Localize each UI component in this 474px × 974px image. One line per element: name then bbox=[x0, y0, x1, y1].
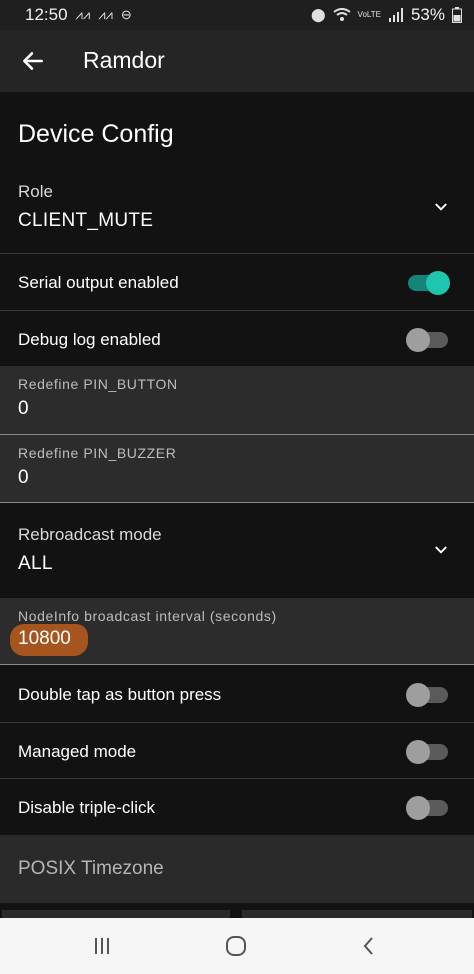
triple-click-switch[interactable] bbox=[406, 796, 448, 820]
battery-percent: 53% bbox=[410, 5, 445, 24]
role-label: Role bbox=[18, 182, 53, 201]
system-nav-bar bbox=[0, 918, 474, 974]
role-value: CLIENT_MUTE bbox=[18, 210, 154, 231]
status-bar: 12:50 ⩘⩘ ⩘⩘ ⊖ ⬤ VoLTE 53% bbox=[0, 0, 474, 30]
triple-click-label: Disable triple-click bbox=[18, 798, 155, 817]
triple-click-row[interactable]: Disable triple-click bbox=[0, 779, 474, 834]
pin-button-value: 0 bbox=[18, 398, 29, 419]
nodeinfo-interval-field[interactable]: NodeInfo broadcast interval (seconds) 10… bbox=[0, 598, 474, 665]
rebroadcast-label: Rebroadcast mode bbox=[18, 525, 162, 544]
rebroadcast-dropdown[interactable]: Rebroadcast mode ALL bbox=[0, 511, 474, 597]
location-icon: ⬤ bbox=[310, 7, 326, 22]
managed-mode-label: Managed mode bbox=[18, 742, 137, 761]
rebroadcast-value: ALL bbox=[18, 553, 53, 574]
dnd-icon: ⊖ bbox=[120, 7, 132, 22]
switch-knob bbox=[426, 271, 450, 295]
switch-knob bbox=[406, 683, 430, 707]
managed-mode-switch[interactable] bbox=[406, 740, 448, 764]
switch-knob bbox=[406, 328, 430, 352]
partial-button-left[interactable] bbox=[2, 910, 230, 918]
role-dropdown[interactable]: Role CLIENT_MUTE bbox=[0, 168, 474, 254]
wifi-icon bbox=[332, 8, 351, 21]
app-title: Ramdor bbox=[83, 47, 165, 73]
nodeinfo-value: 10800 bbox=[18, 628, 71, 649]
status-time: 12:50 bbox=[25, 5, 68, 24]
back-icon[interactable] bbox=[357, 934, 381, 958]
chevron-down-icon bbox=[435, 203, 447, 211]
serial-output-switch[interactable] bbox=[408, 271, 450, 295]
arrow-left-icon[interactable] bbox=[20, 48, 46, 74]
signal-icon bbox=[388, 8, 403, 22]
debug-log-row[interactable]: Debug log enabled bbox=[0, 311, 474, 366]
notification-icon: ⩘⩘ bbox=[98, 7, 113, 22]
partial-button-right[interactable] bbox=[242, 910, 472, 918]
switch-knob bbox=[406, 740, 430, 764]
status-right: ⬤ VoLTE 53% bbox=[311, 5, 462, 25]
home-icon[interactable] bbox=[224, 934, 248, 958]
volte-icon: VoLTE bbox=[357, 10, 381, 19]
serial-output-label: Serial output enabled bbox=[18, 273, 179, 292]
status-left: 12:50 ⩘⩘ ⩘⩘ ⊖ bbox=[25, 5, 132, 25]
pin-button-field[interactable]: Redefine PIN_BUTTON 0 bbox=[0, 366, 474, 435]
battery-icon bbox=[452, 7, 462, 23]
debug-log-switch[interactable] bbox=[406, 328, 448, 352]
notification-icon: ⩘⩘ bbox=[75, 7, 91, 22]
chevron-down-icon bbox=[435, 546, 447, 554]
nodeinfo-label: NodeInfo broadcast interval (seconds) bbox=[18, 608, 277, 624]
debug-log-label: Debug log enabled bbox=[18, 330, 161, 349]
double-tap-label: Double tap as button press bbox=[18, 685, 222, 704]
recent-apps-icon[interactable] bbox=[90, 934, 114, 958]
serial-output-row[interactable]: Serial output enabled bbox=[0, 254, 474, 311]
posix-timezone-label: POSIX Timezone bbox=[18, 858, 164, 879]
double-tap-switch[interactable] bbox=[406, 683, 448, 707]
pin-button-label: Redefine PIN_BUTTON bbox=[18, 376, 178, 392]
double-tap-row[interactable]: Double tap as button press bbox=[0, 666, 474, 723]
pin-buzzer-label: Redefine PIN_BUZZER bbox=[18, 445, 177, 461]
switch-knob bbox=[406, 796, 430, 820]
section-title: Device Config bbox=[18, 120, 174, 148]
posix-timezone-section[interactable]: POSIX Timezone bbox=[0, 835, 474, 903]
pin-buzzer-value: 0 bbox=[18, 467, 29, 488]
app-bar: Ramdor bbox=[0, 30, 474, 92]
pin-buzzer-field[interactable]: Redefine PIN_BUZZER 0 bbox=[0, 435, 474, 503]
managed-mode-row[interactable]: Managed mode bbox=[0, 723, 474, 779]
